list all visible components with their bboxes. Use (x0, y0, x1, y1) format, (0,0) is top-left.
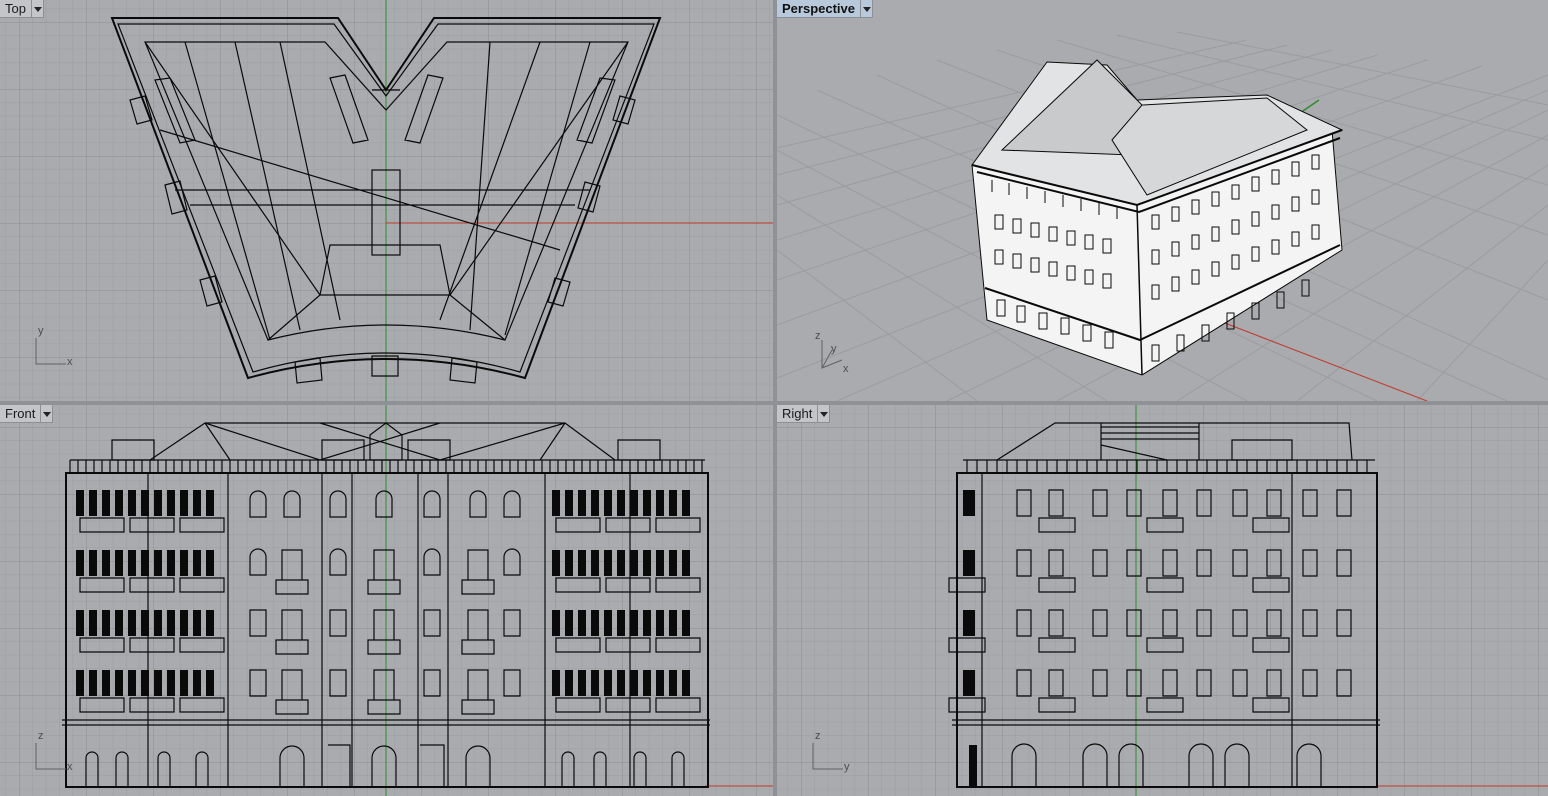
viewport-title[interactable]: Perspective (777, 0, 861, 18)
viewport-title[interactable]: Front (0, 405, 42, 423)
viewport-title[interactable]: Top (0, 0, 32, 18)
viewport-menu-arrow-icon[interactable] (861, 0, 873, 18)
viewport-tab-top[interactable]: Top (0, 0, 44, 18)
viewport-tab-front[interactable]: Front (0, 405, 54, 423)
viewport-menu-arrow-icon[interactable] (818, 405, 831, 423)
svg-text:x: x (67, 356, 73, 368)
right-view-canvas[interactable]: z y (777, 405, 1548, 796)
viewport-perspective[interactable]: z y x Perspective (777, 0, 1548, 401)
svg-text:x: x (843, 363, 849, 375)
svg-text:x: x (67, 761, 73, 773)
building-perspective-model (971, 59, 1344, 376)
svg-text:z: z (815, 330, 821, 342)
axis-gizmo: z y x (815, 330, 849, 375)
svg-text:y: y (831, 343, 837, 355)
viewport-tab-perspective[interactable]: Perspective (777, 0, 873, 18)
svg-text:y: y (844, 761, 850, 773)
front-view-canvas[interactable]: z x (0, 405, 773, 796)
viewport-right[interactable]: z y Right (777, 405, 1548, 796)
viewport-title[interactable]: Right (777, 405, 819, 423)
top-view-canvas[interactable]: y x (0, 0, 773, 401)
viewport-tab-right[interactable]: Right (777, 405, 831, 423)
svg-text:z: z (38, 730, 44, 742)
x-axis-line (1216, 319, 1428, 401)
perspective-view-canvas[interactable]: z y x (777, 0, 1548, 401)
grid (777, 405, 1548, 796)
svg-text:z: z (815, 730, 821, 742)
viewport-front[interactable]: z x Front (0, 405, 773, 796)
svg-text:y: y (38, 325, 44, 337)
viewport-top[interactable]: y x Top (0, 0, 773, 401)
viewport-menu-arrow-icon[interactable] (41, 405, 54, 423)
viewport-menu-arrow-icon[interactable] (31, 0, 44, 18)
